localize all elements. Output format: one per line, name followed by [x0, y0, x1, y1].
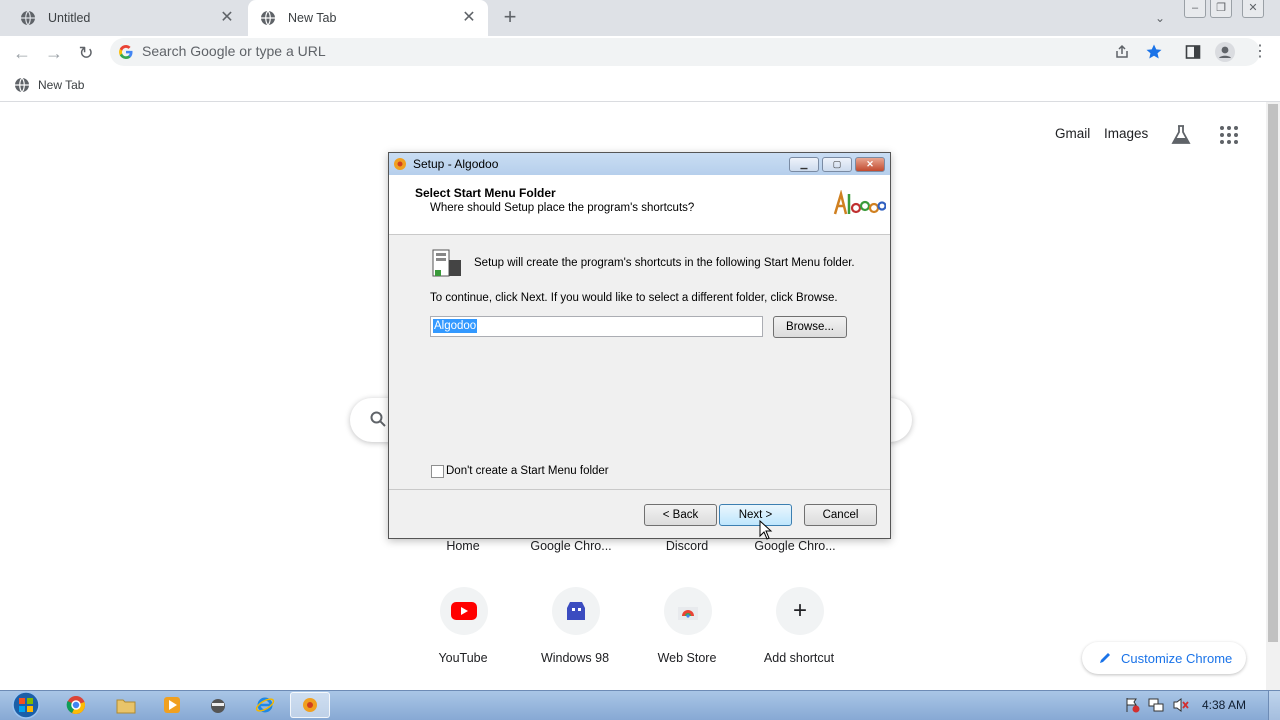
- taskbar: [0, 690, 1280, 720]
- dialog-minimize-icon[interactable]: ▁: [789, 157, 819, 172]
- folder-icon: [116, 699, 136, 714]
- show-desktop-button[interactable]: [1268, 691, 1280, 720]
- youtube-icon: [451, 602, 477, 620]
- gmail-link[interactable]: Gmail: [1055, 126, 1090, 141]
- globe-icon: [15, 77, 29, 93]
- chrome-icon: [66, 696, 85, 714]
- shortcut-youtube[interactable]: [440, 587, 488, 635]
- close-tab-icon[interactable]: ✕: [460, 9, 478, 27]
- shortcut-label-add-shortcut[interactable]: Add shortcut: [743, 651, 855, 665]
- scrollbar-thumb[interactable]: [1268, 104, 1278, 642]
- taskbar-explorer[interactable]: [106, 692, 146, 718]
- shortcut-label-windows-98[interactable]: Windows 98: [519, 651, 631, 665]
- close-tab-icon[interactable]: ✕: [218, 9, 236, 27]
- algodoo-app-icon: [394, 158, 406, 170]
- labs-flask-icon[interactable]: [1170, 124, 1192, 146]
- shortcut-label-discord[interactable]: Discord: [631, 539, 743, 553]
- dialog-maximize-icon[interactable]: ▢: [822, 157, 852, 172]
- bookmark-new-tab[interactable]: New Tab: [14, 76, 84, 94]
- start-button[interactable]: [6, 690, 46, 720]
- tab-new-tab[interactable]: New Tab ✕: [248, 0, 488, 36]
- taskbar-clock[interactable]: 4:38 AM: [1202, 698, 1246, 712]
- minimize-icon[interactable]: –: [1184, 0, 1206, 18]
- back-button[interactable]: < Back: [644, 504, 717, 526]
- shortcut-label-home[interactable]: Home: [407, 539, 519, 553]
- dialog-title: Setup - Algodoo: [413, 157, 499, 171]
- network-icon[interactable]: [1148, 697, 1164, 713]
- customize-chrome-button[interactable]: Customize Chrome: [1082, 642, 1246, 674]
- apps-grid-icon[interactable]: [1219, 125, 1239, 145]
- next-button[interactable]: Next >: [719, 504, 792, 526]
- windows-start-orb-icon: [12, 691, 40, 719]
- taskbar-chrome[interactable]: [56, 692, 96, 718]
- dialog-subheading: Where should Setup place the program's s…: [430, 202, 695, 214]
- no-start-menu-checkbox[interactable]: [431, 465, 444, 478]
- volume-muted-icon[interactable]: [1173, 697, 1189, 713]
- shortcut-windows-98[interactable]: [552, 587, 600, 635]
- info-text: Setup will create the program's shortcut…: [474, 257, 855, 269]
- pencil-icon: [1100, 653, 1110, 663]
- algodoo-logo: [833, 190, 886, 215]
- taskbar-app[interactable]: [198, 692, 238, 718]
- new-tab-plus-icon[interactable]: +: [498, 6, 522, 30]
- browse-button[interactable]: Browse...: [773, 316, 847, 338]
- forward-arrow-icon[interactable]: →: [42, 42, 66, 64]
- instruction-text: To continue, click Next. If you would li…: [430, 292, 838, 304]
- shortcut-label-google-chrome-2[interactable]: Google Chro...: [739, 539, 851, 553]
- start-menu-folder-icon: [432, 249, 461, 277]
- bookmark-label: New Tab: [38, 78, 85, 92]
- algodoo-app-icon: [303, 698, 317, 712]
- dialog-separator: [389, 489, 890, 490]
- restore-icon[interactable]: ❐: [1210, 0, 1232, 18]
- shortcut-label-google-chrome-1[interactable]: Google Chro...: [515, 539, 627, 553]
- mouse-cursor-icon: [759, 520, 773, 540]
- tab-title: Untitled: [48, 11, 91, 25]
- kebab-menu-icon[interactable]: ⋮: [1252, 42, 1268, 62]
- folder-name-input[interactable]: [430, 316, 763, 337]
- side-panel-icon[interactable]: [1185, 44, 1201, 60]
- dialog-close-icon[interactable]: ✕: [855, 157, 885, 172]
- customize-label: Customize Chrome: [1121, 650, 1233, 666]
- bookmarks-bar: [0, 70, 1280, 102]
- globe-icon: [261, 10, 275, 26]
- globe-icon: [21, 10, 35, 26]
- cancel-button[interactable]: Cancel: [804, 504, 877, 526]
- action-center-flag-icon[interactable]: [1124, 697, 1140, 713]
- google-g-icon: [119, 45, 133, 59]
- bookmark-star-icon[interactable]: [1145, 43, 1163, 61]
- omnibox-placeholder: Search Google or type a URL: [142, 43, 326, 59]
- plus-icon: +: [792, 597, 807, 624]
- taskbar-internet-explorer[interactable]: [245, 692, 285, 718]
- checkbox-label[interactable]: Don't create a Start Menu folder: [446, 465, 609, 477]
- profile-avatar-icon[interactable]: [1215, 42, 1235, 62]
- search-icon: [370, 411, 386, 427]
- shortcut-label-web-store[interactable]: Web Store: [631, 651, 743, 665]
- shortcut-add[interactable]: +: [776, 587, 824, 635]
- taskbar-algodoo-setup[interactable]: [290, 692, 330, 718]
- shortcut-label-youtube[interactable]: YouTube: [407, 651, 519, 665]
- images-link[interactable]: Images: [1104, 126, 1148, 141]
- shortcut-web-store[interactable]: [664, 587, 712, 635]
- tab-search-chevron-icon[interactable]: ⌄: [1150, 8, 1170, 28]
- reload-icon[interactable]: ↻: [74, 42, 98, 64]
- close-window-icon[interactable]: ✕: [1242, 0, 1264, 18]
- taskbar-media-player[interactable]: [152, 692, 192, 718]
- web-store-icon: [678, 607, 698, 620]
- tab-untitled[interactable]: Untitled ✕: [0, 0, 246, 36]
- share-icon[interactable]: [1114, 44, 1130, 60]
- folder-name-value: Algodoo: [433, 319, 478, 333]
- windows-98-icon: [567, 602, 585, 620]
- tab-title: New Tab: [288, 11, 337, 25]
- back-arrow-icon[interactable]: ←: [10, 42, 34, 64]
- internet-explorer-icon: [255, 697, 275, 713]
- dialog-heading: Select Start Menu Folder: [415, 186, 556, 200]
- raccoon-app-icon: [211, 699, 225, 713]
- media-player-icon: [164, 697, 180, 713]
